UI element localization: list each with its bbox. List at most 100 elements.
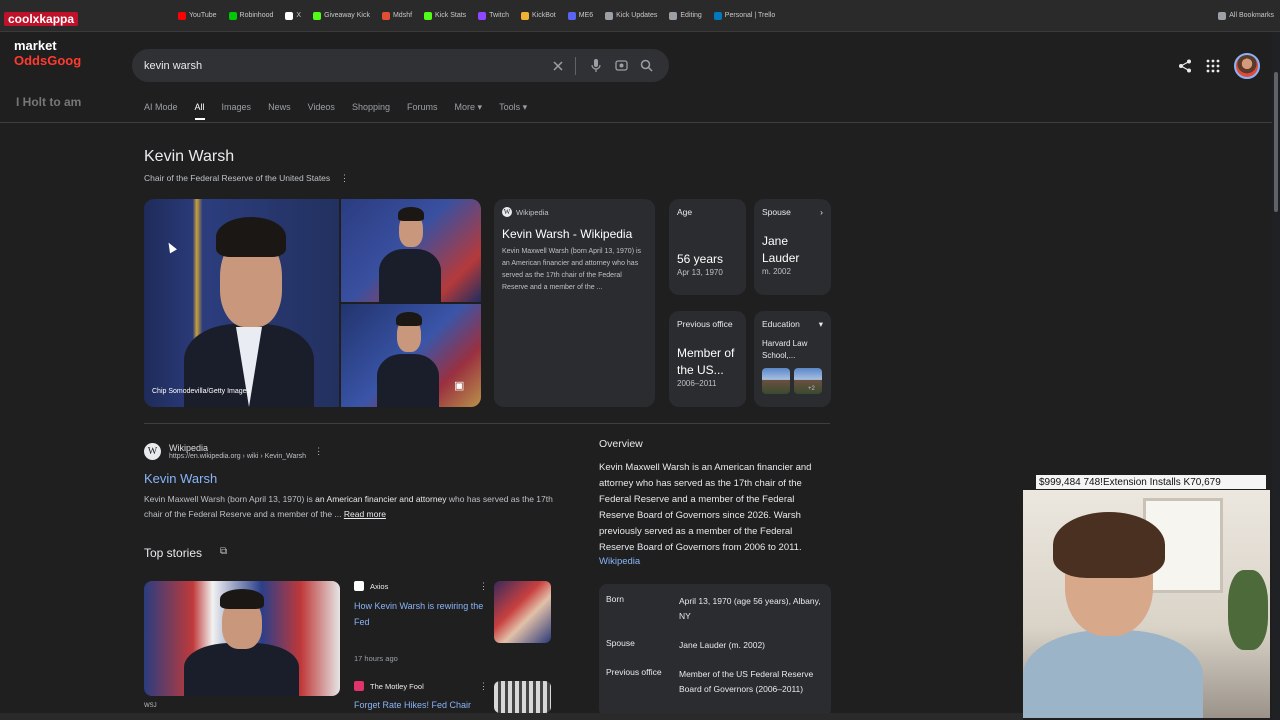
- bookmark-me6[interactable]: ME6: [567, 11, 593, 20]
- tab-tools[interactable]: Tools ▾: [499, 102, 527, 120]
- all-bookmarks[interactable]: All Bookmarks: [1218, 11, 1274, 20]
- chevron-down-icon: ▾: [522, 102, 528, 112]
- header-actions: [1178, 53, 1260, 79]
- fact-education[interactable]: Education ▾ Harvard Law School,... +2: [754, 311, 831, 407]
- bookmark-x[interactable]: X: [285, 11, 301, 20]
- bookmark-giveaway-kick[interactable]: Giveaway Kick: [313, 11, 370, 20]
- bookmark-label: KickBot: [532, 12, 556, 19]
- lens-button[interactable]: [610, 55, 632, 77]
- folder-icon: [605, 11, 614, 20]
- search-divider: [575, 56, 576, 75]
- tab-all[interactable]: All: [194, 102, 205, 120]
- photo-hair: [216, 217, 286, 257]
- voice-search-button[interactable]: [585, 55, 607, 77]
- tab-forums[interactable]: Forums: [407, 102, 438, 120]
- school-thumbnail[interactable]: [762, 368, 790, 394]
- x-icon: [285, 11, 294, 20]
- education-more-count: +2: [808, 386, 815, 392]
- snippet-bold: an American financier and attorney: [315, 494, 447, 504]
- bookmark-editing[interactable]: Editing: [669, 11, 702, 20]
- stories-icon[interactable]: ⧉: [220, 546, 227, 557]
- search-tabs: AI Mode All Images News Videos Shopping …: [144, 102, 544, 120]
- result-snippet: Kevin Maxwell Warsh (born April 13, 1970…: [144, 492, 554, 522]
- main-photo[interactable]: Chip Somodevilla/Getty Images: [144, 199, 339, 407]
- story-headline[interactable]: Forget Rate Hikes! Fed Chair: [354, 697, 486, 713]
- story-main-image[interactable]: [144, 581, 340, 696]
- fact-spouse[interactable]: Spouse › Jane Lauder m. 2002: [754, 199, 831, 295]
- search-button[interactable]: [635, 55, 657, 77]
- overview-row-office: Previous office Member of the US Federal…: [606, 667, 824, 697]
- stream-ghost-text: I Holt to am: [16, 95, 82, 109]
- result-url: https://en.wikipedia.org › wiki › Kevin_…: [169, 453, 307, 460]
- result-title[interactable]: Kevin Warsh: [144, 471, 217, 486]
- bookmark-kick-stats[interactable]: Kick Stats: [424, 11, 466, 20]
- wiki-card-title[interactable]: Kevin Warsh - Wikipedia: [502, 227, 647, 241]
- fact-previous-office[interactable]: Previous office Member of the US... 2006…: [669, 311, 746, 407]
- all-bookmarks-label: All Bookmarks: [1229, 12, 1274, 19]
- search-box[interactable]: [132, 49, 669, 82]
- bookmark-twitch[interactable]: Twitch: [478, 11, 509, 20]
- fact-sub: Apr 13, 1970: [677, 268, 723, 277]
- fact-label: Age: [677, 207, 693, 217]
- wiki-card[interactable]: W Wikipedia Kevin Warsh - Wikipedia Kevi…: [494, 199, 655, 407]
- mic-icon: [591, 58, 601, 72]
- fact-sub: m. 2002: [762, 267, 791, 276]
- webcam-overlay: [1023, 490, 1270, 718]
- fact-value: 56 years: [677, 252, 724, 266]
- fact-value[interactable]: Member of the US Federal Reserve Board o…: [679, 667, 824, 697]
- story-thumbnail[interactable]: [494, 581, 551, 643]
- bookmark-label: Mdshf: [392, 12, 413, 19]
- bookmark-kick-updates[interactable]: Kick Updates: [605, 11, 657, 20]
- me6-icon: [567, 11, 576, 20]
- tab-more[interactable]: More ▾: [455, 102, 483, 120]
- more-options-icon[interactable]: ⋮: [314, 446, 323, 457]
- scrollbar[interactable]: [1272, 32, 1280, 720]
- fact-value: Jane Lauder: [762, 234, 800, 265]
- more-options-icon[interactable]: ⋮: [340, 173, 349, 184]
- camera-lens-icon: [614, 60, 628, 71]
- bookmarks-bar: YouTube Robinhood X Giveaway Kick Mdshf …: [0, 0, 1280, 32]
- tab-news[interactable]: News: [268, 102, 291, 120]
- fact-age[interactable]: Age 56 years Apr 13, 1970: [669, 199, 746, 295]
- overview-row-spouse: Spouse Jane Lauder (m. 2002): [606, 638, 824, 653]
- chevron-down-icon: ▾: [477, 102, 483, 112]
- tab-ai-mode[interactable]: AI Mode: [144, 102, 178, 120]
- story-headline[interactable]: How Kevin Warsh is rewiring the Fed: [354, 598, 486, 630]
- twitch-icon: [478, 11, 487, 20]
- apps-grid-icon[interactable]: [1206, 59, 1220, 73]
- overview-title: Overview: [599, 438, 643, 450]
- read-more-link[interactable]: Read more: [344, 509, 386, 519]
- avatar[interactable]: [1234, 53, 1260, 79]
- tab-images[interactable]: Images: [222, 102, 252, 120]
- bookmark-trello[interactable]: Personal | Trello: [713, 11, 776, 20]
- bookmark-kickbot[interactable]: KickBot: [521, 11, 556, 20]
- bookmark-youtube[interactable]: YouTube: [178, 11, 217, 20]
- photo-suit: [184, 643, 299, 696]
- tab-videos[interactable]: Videos: [308, 102, 335, 120]
- chevron-down-icon: ▾: [818, 319, 823, 329]
- result-source[interactable]: W Wikipedia https://en.wikipedia.org › w…: [144, 443, 323, 460]
- tab-shopping[interactable]: Shopping: [352, 102, 390, 120]
- gallery-icon[interactable]: ▣: [454, 379, 464, 392]
- bookmark-mdshf[interactable]: Mdshf: [381, 11, 413, 20]
- logo[interactable]: market OddsGoog: [14, 38, 81, 68]
- fact-value[interactable]: April 13, 1970 (age 56 years), Albany, N…: [679, 594, 824, 624]
- overview-source-link[interactable]: Wikipedia: [599, 556, 640, 567]
- fact-value[interactable]: Jane Lauder (m. 2002): [679, 638, 824, 653]
- scrollbar-thumb[interactable]: [1274, 72, 1278, 212]
- photo-top-right[interactable]: [341, 199, 481, 304]
- overview-facts: Born April 13, 1970 (age 56 years), Alba…: [599, 584, 831, 717]
- kick-icon: [424, 11, 433, 20]
- wiki-card-source: W Wikipedia: [502, 207, 647, 217]
- story-thumbnail[interactable]: [494, 681, 551, 713]
- more-options-icon[interactable]: ⋮: [479, 681, 488, 692]
- bookmark-label: Personal | Trello: [724, 12, 776, 19]
- wiki-card-text: Kevin Maxwell Warsh (born April 13, 1970…: [502, 248, 642, 291]
- bookmark-robinhood[interactable]: Robinhood: [228, 11, 273, 20]
- share-icon[interactable]: [1178, 59, 1192, 73]
- more-options-icon[interactable]: ⋮: [479, 581, 488, 592]
- kp-image-gallery[interactable]: Chip Somodevilla/Getty Images ▣: [144, 199, 481, 407]
- search-input[interactable]: [144, 59, 544, 72]
- story-source-name: WSJ: [144, 703, 157, 709]
- clear-button[interactable]: [547, 55, 569, 77]
